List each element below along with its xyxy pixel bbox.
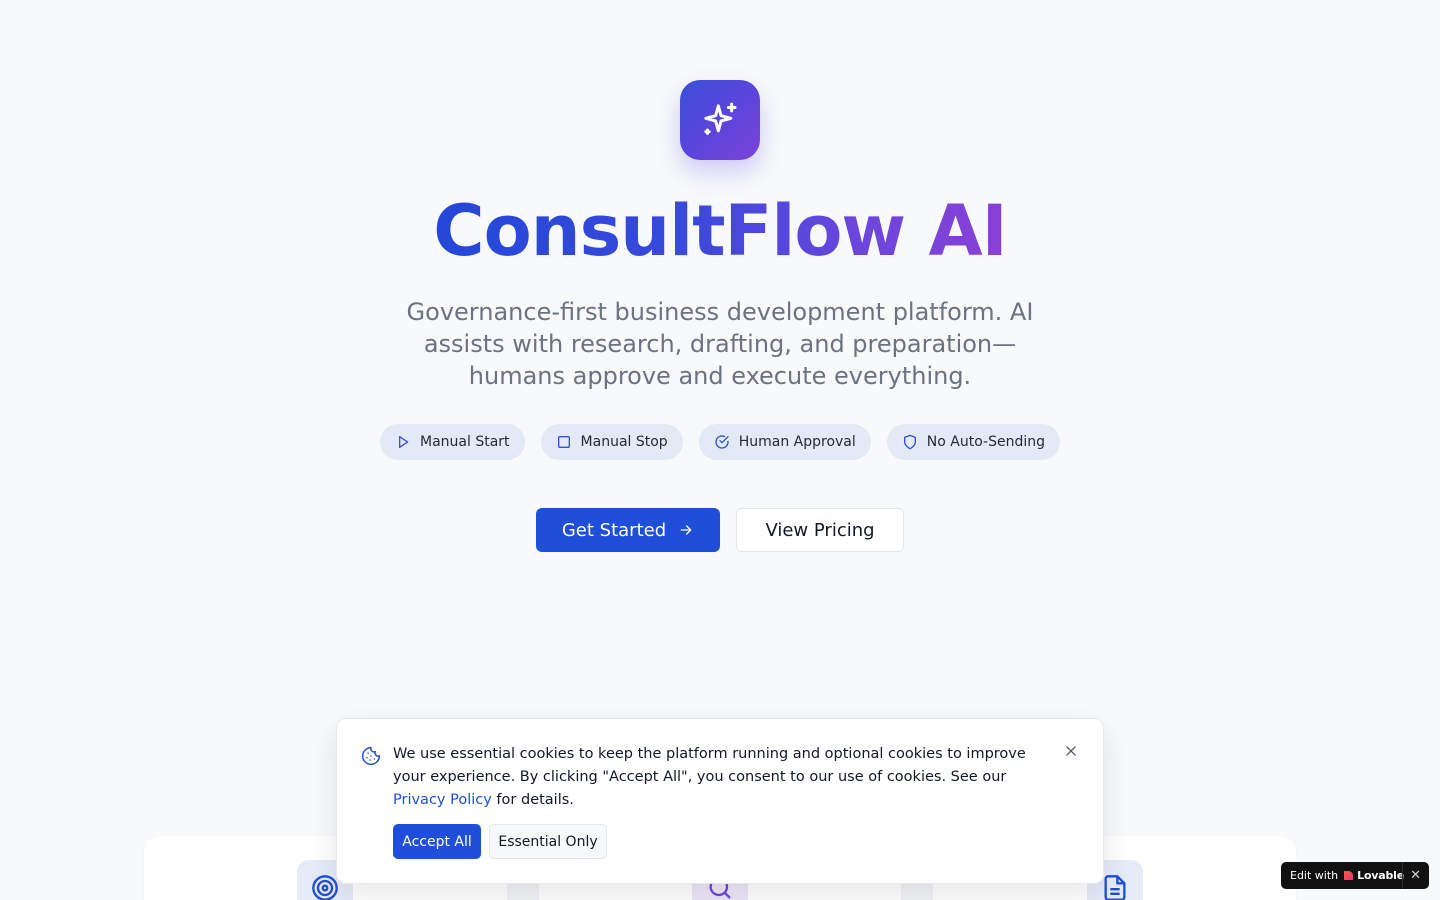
circle-check-icon xyxy=(715,435,729,449)
cookie-icon xyxy=(361,746,381,766)
arrow-right-icon xyxy=(680,525,692,535)
sparkles-icon xyxy=(704,102,737,135)
cookie-text-before: We use essential cookies to keep the pla… xyxy=(393,746,1026,785)
cookie-banner: We use essential cookies to keep the pla… xyxy=(336,718,1104,884)
landing-page: ConsultFlow AI Governance-first business… xyxy=(0,0,1440,900)
pill-manual-start: Manual Start xyxy=(380,424,525,460)
cookie-message: We use essential cookies to keep the pla… xyxy=(393,743,1033,812)
badge-close-button[interactable]: ✕ xyxy=(1402,862,1421,889)
pill-no-auto-sending: No Auto-Sending xyxy=(886,424,1060,460)
badge-brand: Lovable xyxy=(1357,869,1405,882)
cta-row: Get Started View Pricing xyxy=(0,508,1440,552)
cookie-text-after: for details. xyxy=(491,792,574,808)
get-started-button[interactable]: Get Started xyxy=(536,508,720,552)
badge-prefix: Edit with xyxy=(1290,869,1339,882)
shield-icon xyxy=(903,434,916,450)
close-icon xyxy=(1066,746,1076,756)
privacy-policy-link[interactable]: Privacy Policy xyxy=(393,792,492,808)
get-started-label: Get Started xyxy=(561,519,667,541)
page-title-text: ConsultFlow AI xyxy=(433,190,1007,272)
pill-label: Human Approval xyxy=(738,434,856,450)
edit-with-lovable-badge[interactable]: Edit with Lovable ✕ xyxy=(1281,862,1429,889)
view-pricing-button[interactable]: View Pricing xyxy=(736,508,904,552)
essential-only-button[interactable]: Essential Only xyxy=(489,824,607,859)
square-icon xyxy=(557,436,570,448)
lovable-heart-icon xyxy=(1344,871,1354,880)
play-icon xyxy=(399,436,409,448)
target-icon xyxy=(312,875,338,900)
file-text-icon xyxy=(1104,875,1126,900)
pill-label: Manual Stop xyxy=(580,434,668,450)
pill-human-approval: Human Approval xyxy=(698,424,871,460)
page-title: ConsultFlow AI xyxy=(0,186,1440,276)
accept-all-button[interactable]: Accept All xyxy=(393,824,481,859)
pill-manual-stop: Manual Stop xyxy=(540,424,683,460)
feature-pills: Manual Start Manual Stop Human Approval … xyxy=(0,424,1440,460)
pill-label: No Auto-Sending xyxy=(926,434,1045,450)
cookie-close-button[interactable] xyxy=(1063,743,1079,759)
pill-label: Manual Start xyxy=(420,434,510,450)
app-logo xyxy=(680,80,760,160)
hero-subtitle: Governance-first business development pl… xyxy=(406,298,1034,390)
